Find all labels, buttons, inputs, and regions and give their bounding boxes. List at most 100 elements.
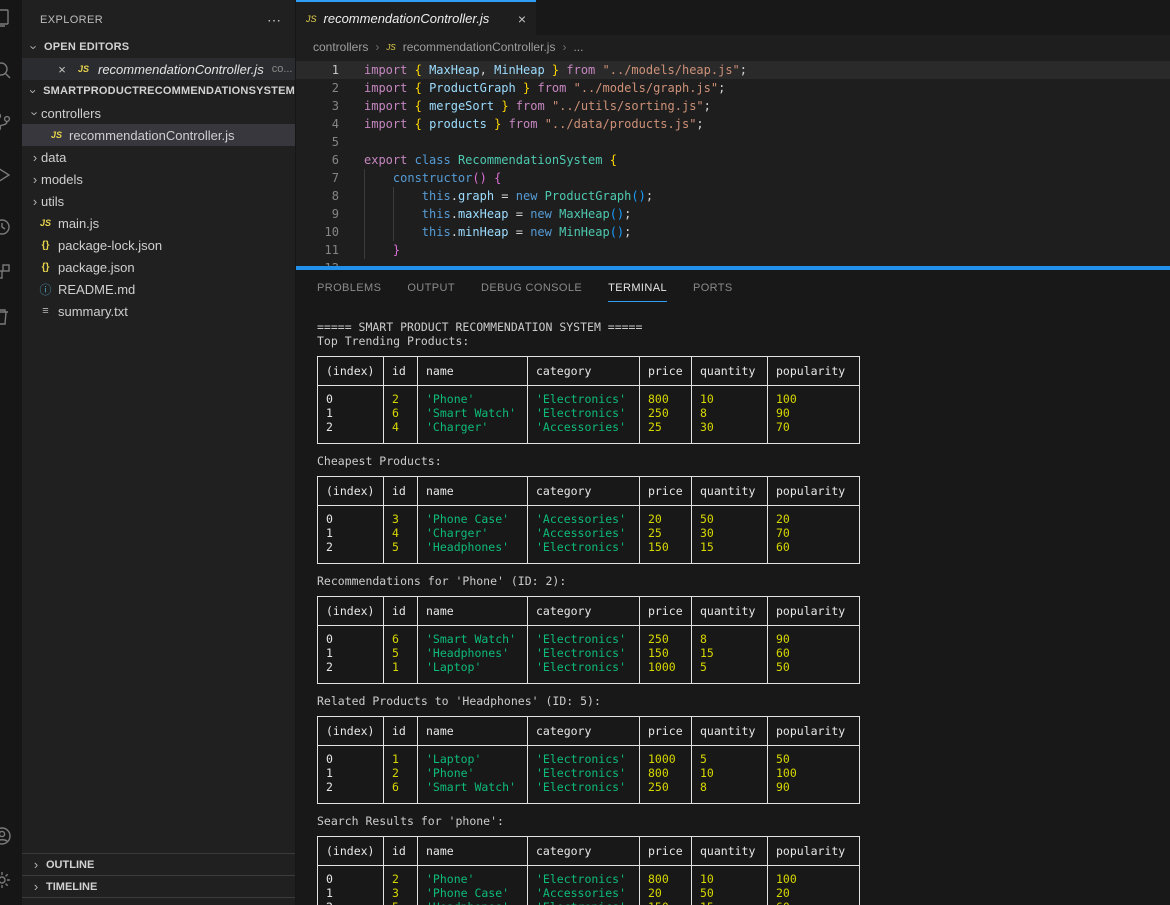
settings-gear-icon[interactable]: [0, 868, 14, 892]
table-value: 1: [392, 752, 409, 766]
timeline-section[interactable]: › TIMELINE: [22, 875, 295, 897]
table-value: 1000: [648, 752, 683, 766]
run-debug-icon[interactable]: [0, 163, 14, 187]
table-value: 'Accessories': [536, 512, 631, 526]
table-value: 'Electronics': [536, 660, 631, 674]
chevron-right-icon: ›: [562, 40, 566, 54]
code-line-8: 8 this.graph = new ProductGraph();: [296, 187, 1170, 205]
open-editor-filename: recommendationController.js: [98, 62, 264, 77]
table-header-cell: (index): [318, 717, 384, 746]
table-header-cell: quantity: [692, 837, 768, 866]
sidebar-title: EXPLORER: [40, 14, 267, 26]
line-number: 8: [296, 187, 339, 205]
table-value: 'Electronics': [536, 632, 631, 646]
table-value: 1: [326, 886, 375, 900]
terminal-table-label: Recommendations for 'Phone' (ID: 2):: [317, 574, 1170, 588]
line-text: this.maxHeap = new MaxHeap();: [364, 205, 631, 223]
breadcrumb-folder[interactable]: controllers: [313, 40, 368, 54]
editor-tab-bar: JS recommendationController.js ×: [296, 0, 1170, 35]
panel-tab-output[interactable]: OUTPUT: [407, 273, 455, 301]
table-value: 10: [700, 392, 759, 406]
breadcrumb-file[interactable]: recommendationController.js: [403, 40, 556, 54]
panel-tab-ports[interactable]: PORTS: [693, 273, 733, 301]
table-value: 2: [326, 420, 375, 434]
panel-tab-debug-console[interactable]: DEBUG CONSOLE: [481, 273, 582, 301]
line-text: import { mergeSort } from "../utils/sort…: [364, 97, 711, 115]
table-value: 'Accessories': [536, 420, 631, 434]
table-body-cell: 'Phone''Phone Case''Headphones': [418, 866, 528, 905]
line-number: 10: [296, 223, 339, 241]
table-value: 'Electronics': [536, 780, 631, 794]
close-icon[interactable]: ×: [54, 62, 70, 77]
tree-item-package-lock-json[interactable]: {}package-lock.json: [22, 234, 295, 256]
table-value: 15: [700, 900, 759, 905]
tab-recommendationController[interactable]: JS recommendationController.js ×: [296, 0, 536, 35]
table-header-cell: name: [418, 597, 528, 626]
tree-item-label: package.json: [58, 260, 135, 275]
tree-item-summary-txt[interactable]: ≡summary.txt: [22, 300, 295, 322]
tree-item-recommendationController-js[interactable]: JSrecommendationController.js: [22, 124, 295, 146]
code-line-5: 5: [296, 133, 1170, 151]
history-icon[interactable]: [0, 215, 14, 239]
tree-item-main-js[interactable]: JSmain.js: [22, 212, 295, 234]
table-value: 'Phone': [426, 766, 519, 780]
tree-item-controllers[interactable]: ›controllers: [22, 102, 295, 124]
search-icon[interactable]: [0, 58, 14, 82]
table-value: 20: [648, 512, 683, 526]
tree-item-models[interactable]: ›models: [22, 168, 295, 190]
tree-item-utils[interactable]: ›utils: [22, 190, 295, 212]
close-icon[interactable]: ×: [518, 11, 526, 27]
table-value: 0: [326, 512, 375, 526]
files-icon[interactable]: [0, 6, 14, 30]
table-header-cell: category: [528, 477, 640, 506]
code-editor[interactable]: 1import { MaxHeap, MinHeap } from "../mo…: [296, 59, 1170, 266]
table-header-cell: popularity: [768, 717, 860, 746]
table-header-cell: price: [640, 717, 692, 746]
source-control-icon[interactable]: [0, 110, 14, 134]
table-header-cell: popularity: [768, 597, 860, 626]
trash-icon[interactable]: [0, 305, 14, 329]
table-header-cell: category: [528, 357, 640, 386]
tree-item-package-json[interactable]: {}package.json: [22, 256, 295, 278]
tree-item-label: main.js: [58, 216, 99, 231]
table-value: 1000: [648, 660, 683, 674]
table-value: 20: [776, 512, 851, 526]
table-body-cell: 012: [318, 506, 384, 564]
table-header-cell: id: [384, 357, 418, 386]
table-value: 60: [776, 646, 851, 660]
outline-section[interactable]: › OUTLINE: [22, 853, 295, 875]
table-header-cell: category: [528, 597, 640, 626]
chevron-down-icon: ›: [28, 107, 43, 119]
table-header-cell: category: [528, 837, 640, 866]
table-header-cell: popularity: [768, 477, 860, 506]
extensions-icon[interactable]: [0, 260, 14, 284]
breadcrumb-symbol[interactable]: ...: [573, 40, 583, 54]
table-value: 5: [700, 660, 759, 674]
panel-tab-problems[interactable]: PROBLEMS: [317, 273, 381, 301]
tree-item-README-md[interactable]: ⓘREADME.md: [22, 278, 295, 300]
indent-guide: [364, 187, 365, 205]
table-value: 'Phone': [426, 872, 519, 886]
table-body-cell: 10830: [692, 386, 768, 444]
tree-item-label: README.md: [58, 282, 135, 297]
open-editors-section[interactable]: › OPEN EDITORS: [22, 36, 295, 58]
table-value: 'Electronics': [536, 392, 631, 406]
table-value: 50: [776, 752, 851, 766]
table-header-cell: (index): [318, 477, 384, 506]
chevron-right-icon: ›: [29, 172, 41, 187]
table-value: 'Smart Watch': [426, 780, 519, 794]
account-icon[interactable]: [0, 824, 14, 848]
terminal-output[interactable]: ===== SMART PRODUCT RECOMMENDATION SYSTE…: [296, 304, 1170, 905]
table-value: 'Laptop': [426, 660, 519, 674]
table-body-cell: 'Smart Watch''Headphones''Laptop': [418, 626, 528, 684]
open-editor-item[interactable]: × JS recommendationController.js co...: [22, 58, 295, 80]
table-body-cell: 906050: [768, 626, 860, 684]
tree-item-data[interactable]: ›data: [22, 146, 295, 168]
workspace-section[interactable]: › SMARTPRODUCTRECOMMENDATIONSYSTEM: [22, 80, 295, 102]
table-header-cell: price: [640, 357, 692, 386]
panel-tab-terminal[interactable]: TERMINAL: [608, 273, 667, 302]
indent-guide: [364, 205, 365, 223]
table-value: 5: [700, 752, 759, 766]
table-header-cell: category: [528, 717, 640, 746]
more-actions-icon[interactable]: ⋯: [267, 12, 281, 29]
